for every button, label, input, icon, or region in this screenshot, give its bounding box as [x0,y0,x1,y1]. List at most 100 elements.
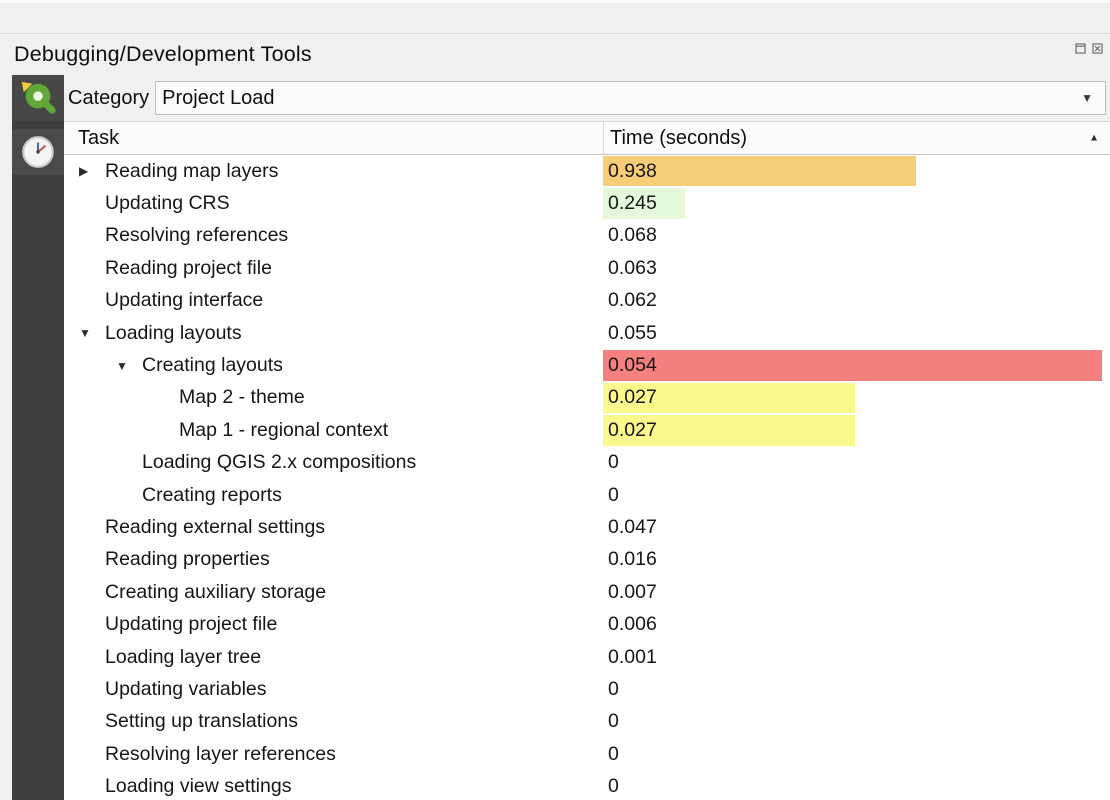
time-cell: 0.016 [603,544,1110,576]
table-body: ▶ Reading map layers 0.938 Updating CRS … [64,155,1110,800]
time-bar [603,350,1102,380]
task-name: Loading view settings [105,775,291,798]
time-value: 0.027 [603,419,657,442]
table-row[interactable]: Updating variables 0 [64,673,1110,705]
time-value: 0.054 [603,354,657,377]
table-row[interactable]: ▼ Creating layouts 0.054 [64,349,1110,381]
time-cell: 0.047 [603,511,1110,543]
category-select[interactable]: Project Load ▼ [155,81,1106,115]
task-name: Reading properties [105,548,270,571]
table-row[interactable]: Reading external settings 0.047 [64,511,1110,543]
column-header-task[interactable]: Task [64,122,603,154]
time-value: 0.001 [603,646,657,669]
table-row[interactable]: Reading project file 0.063 [64,252,1110,284]
task-cell: ▼ Creating layouts [64,354,603,377]
expand-collapsed-icon[interactable]: ▶ [79,164,105,178]
task-name: Reading project file [105,257,272,280]
float-icon [1075,43,1086,54]
profiler-tool-button[interactable] [12,129,64,175]
task-cell: Creating auxiliary storage [64,581,603,604]
task-cell: Updating project file [64,613,603,636]
time-value: 0 [603,484,619,507]
task-name: Loading QGIS 2.x compositions [142,451,416,474]
task-cell: Creating reports [64,484,603,507]
qgis-logo-button[interactable] [12,75,64,121]
table-row[interactable]: Updating project file 0.006 [64,608,1110,640]
time-cell: 0.007 [603,576,1110,608]
task-name: Reading map layers [105,160,278,183]
panel-titlebar: Debugging/Development Tools [0,33,1110,74]
table-row[interactable]: Resolving layer references 0 [64,738,1110,770]
task-name: Reading external settings [105,516,325,539]
task-cell: Resolving layer references [64,743,603,766]
table-row[interactable]: Setting up translations 0 [64,706,1110,738]
table-row[interactable]: Map 2 - theme 0.027 [64,382,1110,414]
close-icon [1092,43,1103,54]
time-value: 0.068 [603,224,657,247]
table-row[interactable]: ▼ Loading layouts 0.055 [64,317,1110,349]
table-row[interactable]: Loading QGIS 2.x compositions 0 [64,447,1110,479]
table-row[interactable]: Resolving references 0.068 [64,220,1110,252]
time-value: 0.938 [603,160,657,183]
time-value: 0.245 [603,192,657,215]
table-row[interactable]: Map 1 - regional context 0.027 [64,414,1110,446]
task-name: Map 2 - theme [179,386,305,409]
table-row[interactable]: Reading properties 0.016 [64,544,1110,576]
task-name: Updating interface [105,289,263,312]
time-cell: 0.027 [603,382,1110,414]
time-value: 0.047 [603,516,657,539]
top-highlight-strip [0,0,1110,3]
sort-ascending-icon: ▲ [1089,133,1099,144]
task-name: Setting up translations [105,710,298,733]
debugging-tools-panel: Debugging/Development Tools [0,0,1110,800]
table-row[interactable]: Creating reports 0 [64,479,1110,511]
time-cell: 0.063 [603,252,1110,284]
table-header: Task Time (seconds) ▲ [64,122,1110,155]
task-cell: Setting up translations [64,710,603,733]
time-cell: 0.068 [603,220,1110,252]
time-cell: 0 [603,706,1110,738]
column-header-time[interactable]: Time (seconds) ▲ [603,122,1110,154]
task-name: Loading layouts [105,322,242,345]
time-cell: 0 [603,673,1110,705]
time-value: 0 [603,678,619,701]
expand-expanded-icon[interactable]: ▼ [79,326,105,340]
time-value: 0.006 [603,613,657,636]
task-cell: Loading view settings [64,775,603,798]
task-name: Map 1 - regional context [179,419,388,442]
task-name: Loading layer tree [105,646,261,669]
time-cell: 0.062 [603,285,1110,317]
close-panel-button[interactable] [1091,42,1104,55]
table-row[interactable]: Loading layer tree 0.001 [64,641,1110,673]
expand-expanded-icon[interactable]: ▼ [116,359,142,373]
table-row[interactable]: Loading view settings 0 [64,770,1110,800]
task-cell: Loading QGIS 2.x compositions [64,451,603,474]
profiler-table: Task Time (seconds) ▲ ▶ Reading map laye… [64,121,1110,800]
task-name: Resolving references [105,224,288,247]
time-value: 0 [603,743,619,766]
time-cell: 0 [603,479,1110,511]
task-cell: Reading properties [64,548,603,571]
time-value: 0.063 [603,257,657,280]
task-cell: Resolving references [64,224,603,247]
qgis-logo-icon [19,79,57,117]
task-cell: ▼ Loading layouts [64,322,603,345]
float-window-button[interactable] [1074,42,1087,55]
task-name: Updating project file [105,613,277,636]
task-cell: Map 1 - regional context [64,419,603,442]
task-name: Updating variables [105,678,267,701]
category-selected-value: Project Load [162,87,274,110]
table-row[interactable]: Updating CRS 0.245 [64,187,1110,219]
time-cell: 0 [603,770,1110,800]
task-name: Creating layouts [142,354,283,377]
table-row[interactable]: ▶ Reading map layers 0.938 [64,155,1110,187]
time-cell: 0.001 [603,641,1110,673]
task-name: Resolving layer references [105,743,336,766]
task-name: Updating CRS [105,192,230,215]
table-row[interactable]: Updating interface 0.062 [64,285,1110,317]
table-row[interactable]: Creating auxiliary storage 0.007 [64,576,1110,608]
task-cell: Reading project file [64,257,603,280]
category-row: Category Project Load ▼ [64,75,1110,121]
column-header-time-label: Time (seconds) [610,127,747,150]
dock-buttons [1074,42,1104,55]
